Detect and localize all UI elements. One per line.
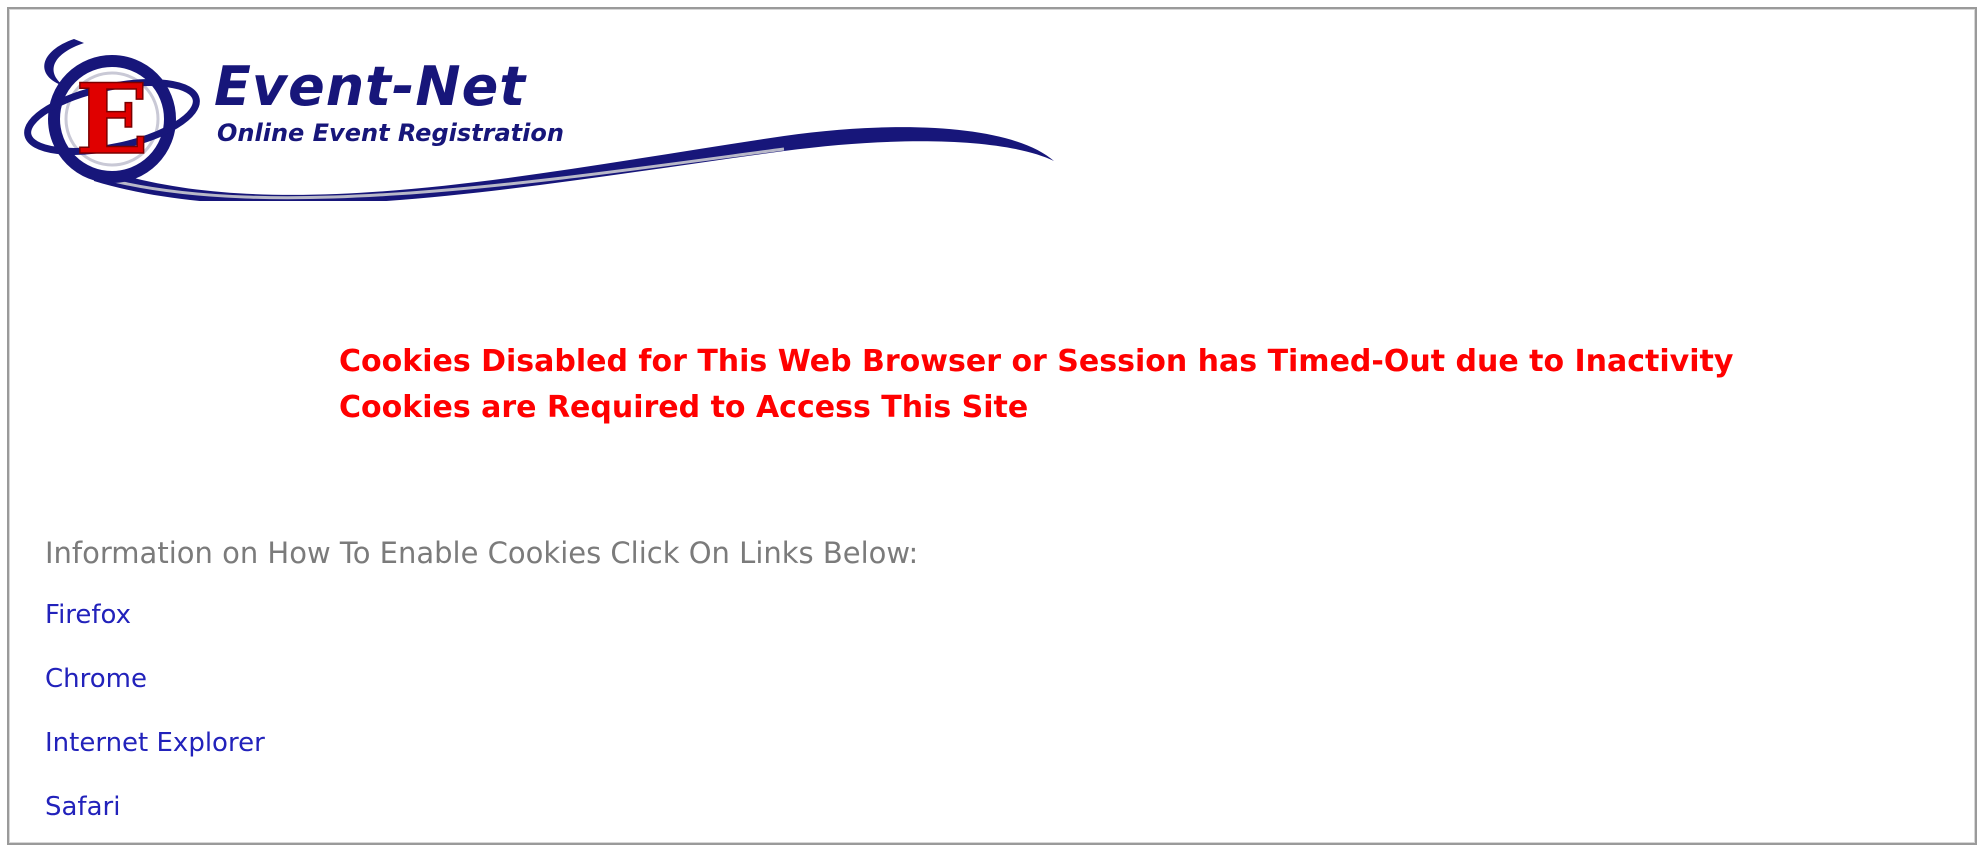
internet-explorer-link[interactable]: Internet Explorer xyxy=(45,728,265,758)
chrome-link[interactable]: Chrome xyxy=(45,664,147,694)
page-frame: E Event-Net Online Event Registration Co… xyxy=(7,7,1977,845)
link-item: Firefox xyxy=(45,601,265,665)
logo-letter: E xyxy=(75,63,148,176)
link-item: Safari xyxy=(45,793,265,857)
browser-links: Firefox Chrome Internet Explorer Safari xyxy=(45,601,265,857)
logo-graphic: E xyxy=(24,39,1054,201)
event-net-logo: E Event-Net Online Event Registration xyxy=(24,31,1064,201)
safari-link[interactable]: Safari xyxy=(45,792,120,822)
cookie-error-message: Cookies Disabled for This Web Browser or… xyxy=(339,339,1733,431)
link-item: Internet Explorer xyxy=(45,729,265,793)
link-item: Chrome xyxy=(45,665,265,729)
info-heading: Information on How To Enable Cookies Cli… xyxy=(45,536,919,570)
error-line-2: Cookies are Required to Access This Site xyxy=(339,390,1029,425)
error-line-1: Cookies Disabled for This Web Browser or… xyxy=(339,344,1734,379)
logo-title: Event-Net xyxy=(214,55,527,118)
firefox-link[interactable]: Firefox xyxy=(45,600,131,630)
logo-subtitle: Online Event Registration xyxy=(217,119,564,147)
